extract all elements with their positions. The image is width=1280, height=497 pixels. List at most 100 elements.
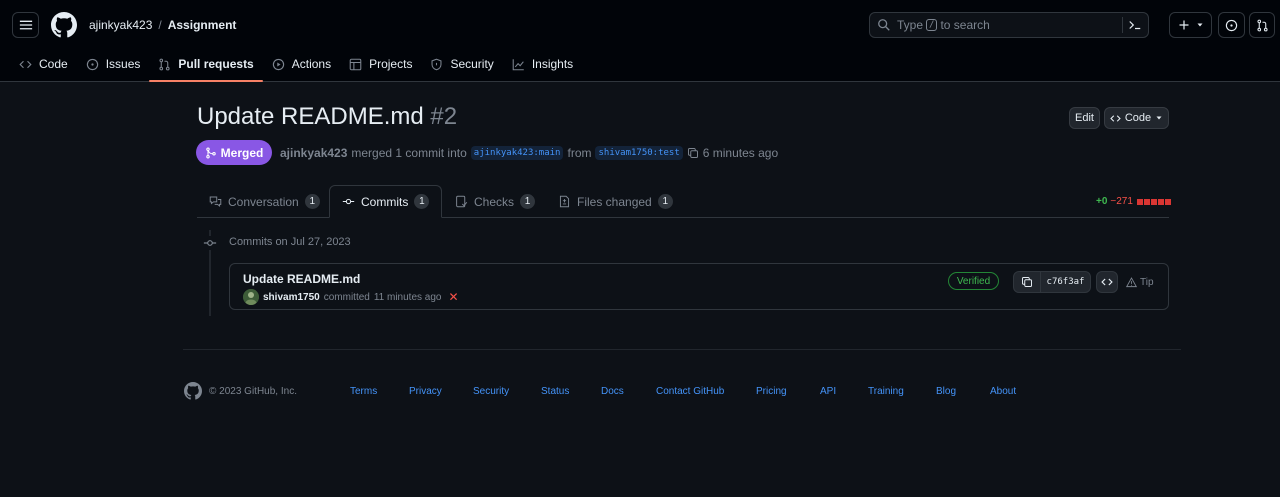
diffstat-block — [1157, 198, 1164, 205]
diffstat-block — [1136, 198, 1143, 205]
tab-files-changed[interactable]: Files changed 1 — [558, 185, 673, 218]
code-dropdown-button[interactable]: Code — [1104, 107, 1169, 129]
footer-link-contact[interactable]: Contact GitHub — [656, 386, 724, 397]
git-pull-request-icon — [159, 58, 170, 70]
tab-commits-counter: 1 — [414, 194, 430, 209]
commit-author-link[interactable]: shivam1750 — [263, 292, 320, 303]
git-pull-request-icon — [1256, 19, 1268, 31]
your-issues-button[interactable] — [1218, 12, 1245, 38]
pr-number: #2 — [430, 103, 458, 130]
footer-link-status[interactable]: Status — [541, 386, 569, 397]
avatar[interactable] — [243, 289, 259, 305]
nav-item-issues-label: Issues — [105, 57, 141, 71]
file-diff-icon — [559, 195, 570, 208]
footer-link-blog[interactable]: Blog — [936, 386, 956, 397]
copy-sha-button[interactable] — [1014, 272, 1041, 292]
commit-message-link[interactable]: Update README.md — [243, 272, 360, 286]
diffstat-block — [1150, 198, 1157, 205]
git-commit-icon — [342, 198, 355, 205]
tip-label: Tip — [1140, 277, 1154, 288]
status-failed-icon[interactable]: ✕ — [448, 290, 458, 304]
search-divider — [1122, 17, 1123, 33]
command-palette-icon[interactable] — [1128, 18, 1142, 32]
repo-name-link[interactable]: Assignment — [168, 18, 237, 32]
commit-row: Update README.md shivam1750 committed 11… — [229, 263, 1169, 310]
nav-item-security[interactable]: Security — [421, 50, 502, 78]
git-merge-icon — [205, 147, 216, 158]
commit-meta: shivam1750 committed 11 minutes ago ✕ — [243, 289, 459, 305]
nav-item-insights-label: Insights — [531, 57, 574, 71]
alert-icon — [1126, 277, 1137, 288]
footer-link-privacy[interactable]: Privacy — [409, 386, 442, 397]
pr-author-link[interactable]: ajinkyak423 — [280, 146, 347, 160]
tip-hint[interactable]: Tip — [1126, 277, 1154, 288]
nav-item-issues[interactable]: Issues — [77, 50, 150, 78]
edit-title-button[interactable]: Edit — [1069, 107, 1100, 129]
hamburger-icon — [19, 20, 32, 30]
nav-item-security-label: Security — [450, 57, 494, 71]
comment-discussion-icon — [209, 196, 222, 207]
your-pull-requests-button[interactable] — [1249, 12, 1275, 38]
diffstat: +0 −271 — [1096, 196, 1171, 207]
nav-item-insights[interactable]: Insights — [503, 50, 582, 78]
tab-conversation-label: Conversation — [228, 194, 299, 209]
commit-sha-group: c76f3af — [1013, 271, 1091, 293]
head-branch[interactable]: shivam1750:test — [595, 146, 683, 160]
search-shortcut-key: / — [926, 19, 938, 31]
nav-item-pull-requests[interactable]: Pull requests — [149, 50, 264, 82]
code-dropdown-label: Code — [1124, 112, 1152, 124]
git-commit-icon — [203, 236, 217, 250]
breadcrumb-separator: / — [158, 18, 162, 32]
browse-repo-button[interactable] — [1096, 271, 1118, 293]
menu-button[interactable] — [12, 12, 39, 38]
tab-conversation-counter: 1 — [304, 194, 320, 209]
triangle-down-icon — [1156, 116, 1162, 120]
footer-copyright: © 2023 GitHub, Inc. — [209, 386, 297, 397]
footer-link-pricing[interactable]: Pricing — [756, 386, 787, 397]
commits-date-heading: Commits on Jul 27, 2023 — [229, 236, 351, 248]
shield-icon — [431, 58, 442, 70]
code-icon — [1101, 278, 1113, 286]
footer-link-training[interactable]: Training — [868, 386, 904, 397]
code-icon — [19, 60, 32, 68]
plus-icon — [1179, 20, 1188, 30]
nav-item-actions[interactable]: Actions — [263, 50, 340, 78]
footer-link-api[interactable]: API — [820, 386, 836, 397]
tab-checks[interactable]: Checks 1 — [455, 185, 536, 218]
github-logo-icon[interactable] — [184, 382, 202, 400]
tab-conversation[interactable]: Conversation 1 — [209, 185, 320, 218]
graph-icon — [512, 58, 524, 70]
create-new-button[interactable] — [1169, 12, 1212, 38]
issue-opened-icon — [1225, 19, 1238, 31]
commit-action: committed — [323, 291, 370, 303]
avatar-image-icon — [243, 289, 259, 305]
pr-title-text: Update README.md — [197, 103, 424, 130]
diffstat-blocks — [1136, 198, 1171, 205]
code-icon — [1110, 114, 1121, 122]
verified-badge[interactable]: Verified — [948, 272, 999, 290]
footer-link-security[interactable]: Security — [473, 386, 509, 397]
footer-link-about[interactable]: About — [990, 386, 1016, 397]
nav-item-code[interactable]: Code — [10, 50, 77, 78]
copy-icon[interactable] — [687, 147, 699, 159]
diffstat-block — [1143, 198, 1150, 205]
footer-link-docs[interactable]: Docs — [601, 386, 624, 397]
commit-sha-link[interactable]: c76f3af — [1041, 272, 1090, 292]
global-header: ajinkyak423 / Assignment Type / to searc… — [0, 0, 1280, 82]
search-input[interactable]: Type / to search — [869, 12, 1149, 38]
table-icon — [349, 58, 362, 70]
nav-item-projects[interactable]: Projects — [340, 50, 421, 78]
base-branch[interactable]: ajinkyak423:main — [470, 146, 564, 160]
merged-state-badge: Merged — [196, 140, 272, 165]
breadcrumb: ajinkyak423 / Assignment — [89, 18, 236, 32]
github-logo-icon[interactable] — [51, 12, 77, 38]
repo-owner-link[interactable]: ajinkyak423 — [89, 18, 152, 32]
tab-commits-label: Commits — [361, 194, 409, 209]
search-placeholder-suffix: to search — [940, 18, 990, 32]
tab-commits[interactable]: Commits 1 — [329, 185, 443, 218]
pr-merge-text: merged 1 commit into — [351, 146, 467, 160]
diffstat-deletions: −271 — [1110, 196, 1133, 207]
search-placeholder-prefix: Type — [897, 18, 924, 32]
footer-link-terms[interactable]: Terms — [350, 386, 377, 397]
footer-divider — [183, 349, 1181, 350]
